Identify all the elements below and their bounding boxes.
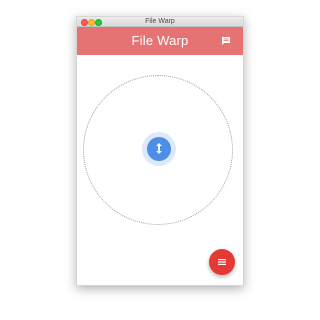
menu-icon <box>218 259 226 265</box>
app-window: File Warp File Warp <box>76 16 244 286</box>
app-title: File Warp <box>131 33 189 48</box>
window-title: File Warp <box>145 18 175 25</box>
screen: File Warp File Warp <box>0 0 320 320</box>
window-titlebar[interactable]: File Warp <box>77 17 243 27</box>
chat-icon[interactable] <box>221 36 231 46</box>
menu-fab-button[interactable] <box>209 249 235 275</box>
center-device-button[interactable] <box>147 137 171 161</box>
main-content <box>77 55 243 285</box>
app-toolbar: File Warp <box>77 27 243 55</box>
sync-icon <box>156 143 162 154</box>
